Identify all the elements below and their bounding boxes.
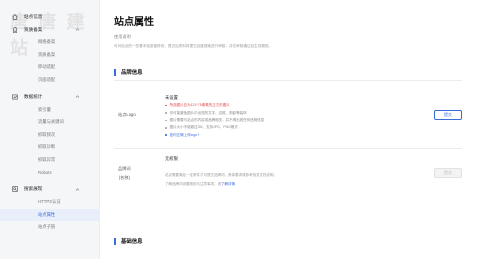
- chevron-up-icon[interactable]: [75, 27, 80, 32]
- chevron-up-icon[interactable]: [75, 187, 80, 192]
- sidebar-group-label: 搜索展现: [24, 186, 43, 192]
- sidebar-item-sitelinks[interactable]: 站点子链: [0, 221, 100, 234]
- logo-status: 未设置: [165, 95, 178, 100]
- usage-title: 使用说明: [114, 34, 131, 39]
- sidebar-item-crawl-errors[interactable]: 抓取异常: [0, 154, 100, 167]
- brand-word-note: 了解品牌词设置规则与注意事项，请了解详情: [165, 182, 235, 187]
- chevron-up-icon[interactable]: [75, 94, 80, 99]
- sidebar-item-index[interactable]: 索引量: [0, 103, 100, 116]
- brand-word-label-text: 品牌词: [118, 166, 131, 171]
- brand-word-help-link[interactable]: 了解详情: [221, 182, 235, 186]
- sidebar-item-page-adapt[interactable]: 页面适配: [0, 74, 100, 87]
- sidebar-group-label: 资质备案: [24, 26, 43, 32]
- divider: [114, 148, 462, 149]
- section-title: 基础信息: [121, 239, 143, 245]
- logo-submit-button[interactable]: 提交: [434, 110, 462, 120]
- sidebar-item-crawl-frequency[interactable]: 抓取频次: [0, 129, 100, 142]
- brand-word-note-text: 了解品牌词设置规则与注意事项，请: [165, 182, 221, 186]
- section-marker: [114, 237, 116, 245]
- brand-word-label-sub: (名称): [118, 175, 130, 180]
- home-icon: [12, 13, 18, 20]
- brand-word-status: 无权限: [165, 156, 178, 161]
- sidebar-nav: 站点信息 资质备案 网络备案 资质备案 移动适配 页面适配 数据统计 索引量 流…: [0, 10, 100, 234]
- logo-tips: 所选图片应为121*75像素的正方形图片 尽可能避免图片中出现的文字、边框、阴影…: [165, 102, 264, 139]
- sidebar-item-https[interactable]: HTTPS认证: [0, 196, 100, 209]
- main-content: 站点属性 使用说明 可对站点的一些基本信息做修改，提交后资料将提交百度搜索进行审…: [100, 0, 480, 259]
- brand-word-label: 品牌词 (名称): [118, 166, 131, 181]
- badge-icon: [12, 26, 18, 33]
- divider: [114, 80, 462, 81]
- sidebar-group-statistics[interactable]: 数据统计: [0, 90, 100, 103]
- sidebar-item-robots[interactable]: Robots: [0, 166, 100, 179]
- sidebar-group-search-display[interactable]: 搜索展现: [0, 183, 100, 196]
- search-icon: [12, 186, 18, 193]
- sidebar: 唐 唐 建 站 站点信息 资质备案 网络备案 资质备案 移动适配 页面适配 数据…: [0, 0, 100, 259]
- sidebar-group-site-info[interactable]: 站点信息: [0, 10, 100, 23]
- section-marker: [114, 68, 116, 76]
- section-basic-info: 基础信息: [114, 237, 143, 245]
- logo-help-link[interactable]: 如何正确上传logo?: [165, 132, 264, 139]
- sidebar-group-qualification[interactable]: 资质备案: [0, 23, 100, 36]
- tip-item: 图片大小不能超过2M，支持JPG、PNG格式: [165, 124, 264, 131]
- sidebar-group-label: 站点信息: [24, 13, 43, 19]
- brand-word-note: 站点需要满足一定条件才可提交品牌词，具体要求请参考相关文档说明。: [165, 173, 277, 177]
- tip-item: 所选图片应为121*75像素的正方形图片: [165, 102, 264, 109]
- chart-icon: [12, 94, 18, 100]
- sidebar-item-traffic-keywords[interactable]: 流量与关键词: [0, 116, 100, 129]
- page-title: 站点属性: [114, 17, 154, 28]
- sidebar-item-icp[interactable]: 网络备案: [0, 36, 100, 49]
- tip-item: 尽可能避免图片中出现的文字、边框、阴影等装饰: [165, 109, 264, 116]
- sidebar-item-qualification[interactable]: 资质备案: [0, 49, 100, 62]
- logo-label: 站点Logo: [118, 112, 136, 117]
- sidebar-item-site-properties[interactable]: 站点属性: [0, 208, 100, 222]
- sidebar-item-crawl-diagnosis[interactable]: 抓取诊断: [0, 141, 100, 154]
- usage-description: 可对站点的一些基本信息做修改，提交后资料将提交百度搜索进行审核，并在审核通过后生…: [114, 44, 273, 48]
- sidebar-item-mobile-adapt[interactable]: 移动适配: [0, 61, 100, 74]
- section-brand-info: 品牌信息: [114, 68, 143, 76]
- tip-item: 图片需要与站点的内容或品牌相关，并不得出现任何违规信息: [165, 117, 264, 124]
- section-title: 品牌信息: [121, 70, 143, 76]
- sidebar-group-label: 数据统计: [24, 93, 43, 99]
- brand-word-submit-button[interactable]: 提交: [434, 168, 462, 178]
